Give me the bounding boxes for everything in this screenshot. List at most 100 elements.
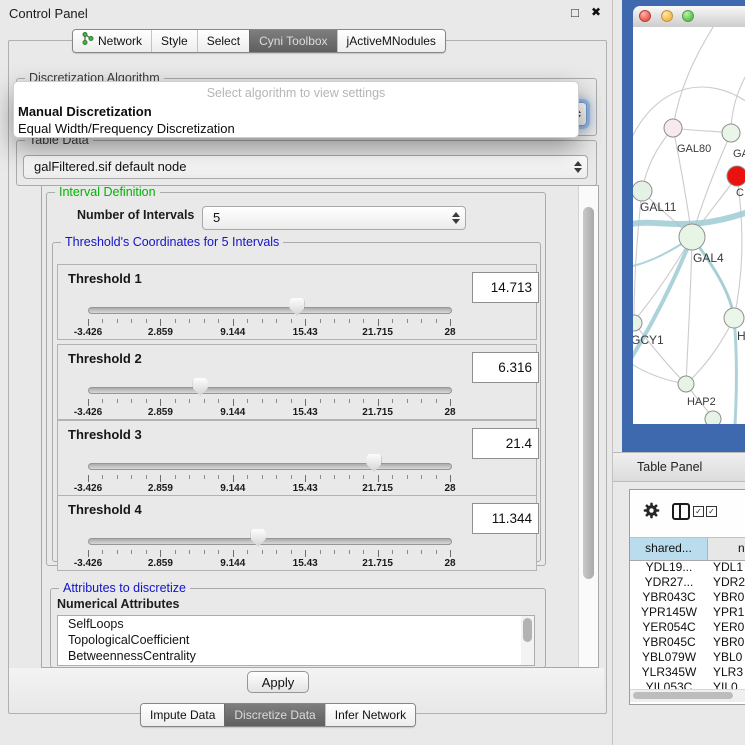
dropdown-option-manual-discretization[interactable]: Manual Discretization [14, 103, 578, 120]
tab-jactivemnodules[interactable]: jActiveMNodules [337, 30, 445, 52]
slider-tick-label: 2.859 [132, 327, 188, 338]
list-scrollbar-thumb[interactable] [523, 618, 532, 642]
table-panel: ✓ ✓ shared...n YDL19...YDL1YDR27...YDR2Y… [629, 489, 745, 705]
numerical-attributes-list[interactable]: SelfLoopsTopologicalCoefficientBetweenne… [57, 615, 535, 666]
table-row[interactable]: YIL053CYIL0 [630, 680, 745, 689]
slider-tick [175, 399, 176, 403]
slider-tick-label: 2.859 [132, 407, 188, 418]
slider-tick [189, 475, 190, 479]
slider-tick [392, 475, 393, 479]
list-item[interactable]: SelfLoops [58, 616, 534, 632]
slider-track[interactable] [88, 307, 452, 314]
slider-tick [233, 399, 234, 406]
thresholds-group-title: Threshold's Coordinates for 5 Intervals [61, 235, 283, 249]
vertical-scrollbar[interactable] [578, 186, 599, 667]
network-view-window: GAL80GACGAL11GAL4GCY1HHAP2 [622, 0, 745, 452]
tab-infer-network[interactable]: Infer Network [325, 704, 415, 726]
threshold-row: Threshold 1-3.4262.8599.14415.4321.71528… [57, 264, 537, 340]
vertical-scrollbar-thumb[interactable] [583, 207, 594, 579]
table-panel-title: Table Panel [637, 460, 702, 474]
split-columns-icon[interactable] [672, 503, 690, 520]
slider-tick [247, 475, 248, 479]
table-row[interactable]: YER054CYER0 [630, 620, 745, 635]
table-row[interactable]: YBL079WYBL0 [630, 650, 745, 665]
panel-title: Control Panel [9, 6, 88, 21]
number-of-intervals-combobox[interactable]: 5 [202, 206, 466, 230]
network-node-gcy1[interactable] [633, 315, 642, 331]
table-row[interactable]: YDR27...YDR2 [630, 575, 745, 590]
tab-label: Select [207, 31, 240, 52]
slider-tick [291, 475, 292, 479]
table-row[interactable]: YDL19...YDL1 [630, 560, 745, 575]
control-panel-titlebar: Control Panel □ ✖ [0, 0, 612, 26]
network-node-hap2[interactable] [678, 376, 694, 392]
slider-tick [320, 399, 321, 403]
table-row[interactable]: YPR145WYPR1 [630, 605, 745, 620]
dropdown-option-equal-width-frequency-discretization[interactable]: Equal Width/Frequency Discretization [14, 120, 578, 137]
slider-tick-label: 2.859 [132, 483, 188, 494]
close-icon[interactable]: ✖ [591, 5, 601, 19]
slider-tick [189, 550, 190, 554]
tab-impute-data[interactable]: Impute Data [141, 704, 224, 726]
network-canvas[interactable]: GAL80GACGAL11GAL4GCY1HHAP2 [633, 27, 745, 424]
slider-tick [131, 399, 132, 403]
threshold-label: Threshold 4 [68, 502, 142, 517]
cell-name: YIL0 [708, 680, 738, 689]
checkbox-icon: ✓ [706, 506, 717, 517]
slider-tick [131, 550, 132, 554]
slider-tick [218, 550, 219, 554]
close-traffic-light-icon[interactable] [639, 10, 651, 22]
apply-button[interactable]: Apply [247, 671, 309, 693]
slider-tick [247, 399, 248, 403]
network-node-gal4[interactable] [679, 224, 705, 250]
list-scrollbar[interactable] [521, 616, 534, 665]
table-data-combobox[interactable]: galFiltered.sif default node [23, 155, 588, 179]
threshold-value-field[interactable]: 21.4 [472, 428, 539, 459]
tab-select[interactable]: Select [197, 30, 249, 52]
slider-tick-label: -3.426 [60, 558, 116, 569]
cell-name: YDL1 [708, 560, 743, 575]
network-node-h[interactable] [724, 308, 744, 328]
minimize-traffic-light-icon[interactable] [661, 10, 673, 22]
slider-track[interactable] [88, 387, 452, 394]
slider-tick [407, 399, 408, 403]
network-node-gal80[interactable] [664, 119, 682, 137]
tab-discretize-data[interactable]: Discretize Data [224, 704, 324, 726]
slider-track[interactable] [88, 463, 452, 470]
tab-label: Network [98, 31, 142, 52]
column-header-shared[interactable]: shared... [630, 538, 708, 560]
slider-tick-label: -3.426 [60, 407, 116, 418]
slider-tick [407, 550, 408, 554]
network-node-c[interactable] [727, 166, 745, 186]
tab-cyni-toolbox[interactable]: Cyni Toolbox [249, 30, 336, 52]
table-panel-header: Table Panel [613, 452, 745, 482]
network-node-ga[interactable] [722, 124, 740, 142]
slider-tick [320, 319, 321, 323]
select-columns-icon[interactable]: ✓ ✓ [693, 506, 717, 517]
threshold-value-field[interactable]: 11.344 [472, 503, 539, 534]
slider-tick-label: -3.426 [60, 327, 116, 338]
column-header-n[interactable]: n [708, 538, 745, 560]
cell-shared-name: YBL079W [630, 650, 708, 665]
slider-track[interactable] [88, 538, 452, 545]
network-node[interactable] [705, 411, 721, 424]
network-node-gal11[interactable] [633, 181, 652, 201]
slider-tick [146, 319, 147, 323]
horizontal-scrollbar[interactable] [630, 689, 745, 702]
slider-tick [117, 550, 118, 554]
horizontal-scrollbar-thumb[interactable] [633, 692, 733, 699]
list-item[interactable]: TopologicalCoefficient [58, 632, 534, 648]
threshold-value-field[interactable]: 6.316 [472, 352, 539, 383]
slider-tick [421, 399, 422, 403]
table-row[interactable]: YBR043CYBR0 [630, 590, 745, 605]
gear-icon[interactable] [643, 502, 660, 524]
table-row[interactable]: YLR345WYLR3 [630, 665, 745, 680]
list-item[interactable]: BetweennessCentrality [58, 648, 534, 664]
zoom-traffic-light-icon[interactable] [682, 10, 694, 22]
tab-network[interactable]: Network [73, 30, 151, 52]
tab-style[interactable]: Style [151, 30, 197, 52]
control-panel-tabs: Network Style Select Cyni ToolboxjActiveMNo… [72, 29, 446, 53]
table-row[interactable]: YBR045CYBR0 [630, 635, 745, 650]
float-window-icon[interactable]: □ [571, 5, 579, 20]
threshold-value-field[interactable]: 14.713 [472, 272, 539, 303]
